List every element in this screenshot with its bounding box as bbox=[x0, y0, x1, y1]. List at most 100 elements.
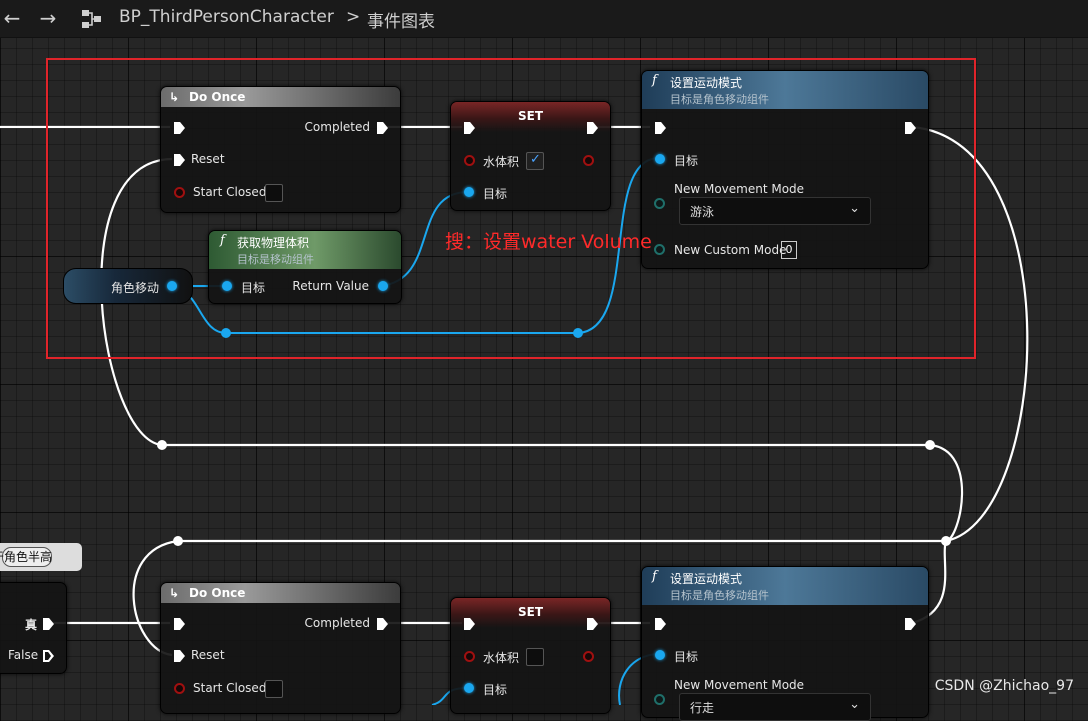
start-closed-checkbox[interactable] bbox=[265, 680, 283, 698]
reroute-node bbox=[221, 328, 231, 338]
completed-pin[interactable] bbox=[377, 618, 388, 630]
water-volume-out-pin[interactable] bbox=[583, 651, 594, 662]
reroute-node bbox=[941, 536, 951, 546]
function-icon: f bbox=[220, 233, 225, 248]
completed-label: Completed bbox=[304, 120, 370, 134]
exec-in-pin[interactable] bbox=[174, 122, 185, 134]
function-icon: f bbox=[652, 569, 657, 584]
new-movement-mode-label: New Movement Mode bbox=[674, 182, 805, 196]
exec-wire-out-top bbox=[911, 125, 1029, 543]
target-label: 目标 bbox=[241, 281, 266, 295]
return-value-pin[interactable] bbox=[378, 281, 388, 291]
reset-label: Reset bbox=[191, 152, 225, 166]
target-pin[interactable] bbox=[464, 187, 474, 197]
forward-arrow-icon[interactable]: → bbox=[36, 6, 60, 30]
watermark: CSDN @Zhichao_97 bbox=[934, 678, 1074, 694]
get-physics-volume-node[interactable]: f 获取物理体积 目标是移动组件 目标 Return Value bbox=[208, 230, 402, 304]
target-label: 目标 bbox=[483, 187, 508, 201]
start-closed-checkbox[interactable] bbox=[265, 184, 283, 202]
water-volume-pin[interactable] bbox=[464, 155, 475, 166]
node-title: SET bbox=[518, 605, 544, 619]
reset-label: Reset bbox=[191, 648, 225, 662]
node-subtitle: 目标是角色移动组件 bbox=[670, 589, 769, 602]
node-title: Do Once bbox=[189, 586, 246, 600]
custom-mode-input[interactable]: 0 bbox=[781, 241, 797, 259]
start-closed-pin[interactable] bbox=[174, 683, 185, 694]
reroute-node bbox=[157, 440, 167, 450]
true-label: 真 bbox=[25, 618, 38, 632]
node-title: 获取物理体积 bbox=[237, 236, 310, 250]
breadcrumb-blueprint[interactable]: BP_ThirdPersonCharacter bbox=[119, 7, 334, 27]
exec-in-pin[interactable] bbox=[655, 618, 666, 630]
exec-out-pin[interactable] bbox=[905, 122, 916, 134]
do-once-node[interactable]: ↳ Do Once Completed Reset Start Closed bbox=[160, 86, 401, 213]
target-pin[interactable] bbox=[655, 650, 665, 660]
set-movement-mode-node[interactable]: f 设置运动模式 目标是角色移动组件 目标 New Movement Mode … bbox=[641, 70, 929, 269]
node-title: 设置运动模式 bbox=[670, 572, 743, 586]
set-node[interactable]: SET 水体积 ✓ 目标 bbox=[450, 101, 611, 211]
target-label: 目标 bbox=[483, 683, 508, 697]
do-once-node[interactable]: ↳ Do Once Completed Reset Start Closed bbox=[160, 582, 401, 714]
pill-label: 于角色半高 bbox=[0, 550, 53, 564]
start-closed-pin[interactable] bbox=[174, 187, 185, 198]
target-pin[interactable] bbox=[655, 154, 665, 164]
dropdown-value: 游泳 bbox=[690, 205, 715, 219]
water-volume-label: 水体积 bbox=[483, 651, 520, 665]
reroute-node bbox=[925, 440, 935, 450]
exec-in-pin[interactable] bbox=[655, 122, 666, 134]
do-once-icon: ↳ bbox=[169, 586, 180, 600]
graph-icon bbox=[82, 10, 101, 28]
target-label: 目标 bbox=[674, 154, 699, 168]
return-value-label: Return Value bbox=[292, 279, 369, 293]
false-label: False bbox=[8, 648, 39, 662]
reroute-node bbox=[573, 328, 583, 338]
search-annotation: 搜：设置water Volume bbox=[445, 231, 652, 253]
start-closed-label: Start Closed bbox=[193, 681, 267, 695]
back-arrow-icon[interactable]: ← bbox=[0, 6, 24, 30]
variable-out-pin[interactable] bbox=[167, 281, 177, 291]
function-icon: f bbox=[652, 73, 657, 88]
target-pin[interactable] bbox=[464, 683, 474, 693]
completed-label: Completed bbox=[304, 616, 370, 630]
exec-out-pin[interactable] bbox=[905, 618, 916, 630]
false-pin[interactable] bbox=[43, 650, 54, 662]
set-movement-mode-node[interactable]: f 设置运动模式 目标是角色移动组件 目标 New Movement Mode … bbox=[641, 566, 929, 721]
breadcrumb-separator: > bbox=[346, 7, 361, 27]
target-pin[interactable] bbox=[222, 281, 232, 291]
water-volume-pin[interactable] bbox=[464, 651, 475, 662]
water-volume-label: 水体积 bbox=[483, 155, 520, 169]
node-title: SET bbox=[518, 109, 544, 123]
start-closed-label: Start Closed bbox=[193, 185, 267, 199]
new-custom-mode-label: New Custom Mode bbox=[674, 243, 787, 257]
water-volume-checkbox[interactable] bbox=[526, 648, 544, 666]
node-subtitle: 目标是移动组件 bbox=[237, 253, 314, 266]
variable-label: 角色移动 bbox=[111, 281, 160, 295]
target-label: 目标 bbox=[674, 650, 699, 664]
new-movement-mode-label: New Movement Mode bbox=[674, 678, 805, 692]
do-once-icon: ↳ bbox=[169, 90, 180, 104]
character-movement-variable[interactable]: 角色移动 bbox=[63, 268, 193, 304]
node-title: Do Once bbox=[189, 90, 246, 104]
water-volume-out-pin[interactable] bbox=[583, 155, 594, 166]
completed-pin[interactable] bbox=[377, 122, 388, 134]
true-pin[interactable] bbox=[43, 618, 54, 630]
breadcrumb-graph[interactable]: 事件图表 bbox=[367, 7, 435, 32]
exec-in-pin[interactable] bbox=[174, 618, 185, 630]
water-volume-checkbox[interactable]: ✓ bbox=[526, 152, 544, 170]
set-node[interactable]: SET 水体积 目标 bbox=[450, 597, 611, 714]
branch-node[interactable]: 真 False bbox=[0, 582, 67, 674]
chevron-down-icon: ⌄ bbox=[849, 201, 860, 216]
reset-pin[interactable] bbox=[174, 154, 185, 166]
exec-wire-loop-r1 bbox=[929, 443, 964, 543]
reroute-node bbox=[173, 536, 183, 546]
new-movement-mode-pin[interactable] bbox=[654, 198, 665, 209]
node-title: 设置运动模式 bbox=[670, 76, 743, 90]
movement-mode-dropdown[interactable]: 行走 ⌄ bbox=[679, 693, 871, 721]
character-half-height-pill[interactable]: 于角色半高 bbox=[0, 543, 82, 571]
new-custom-mode-pin[interactable] bbox=[654, 244, 665, 255]
reset-pin[interactable] bbox=[174, 650, 185, 662]
new-movement-mode-pin[interactable] bbox=[654, 694, 665, 705]
movement-mode-dropdown[interactable]: 游泳 ⌄ bbox=[679, 197, 871, 225]
toolbar: ← → BP_ThirdPersonCharacter > 事件图表 bbox=[0, 0, 1088, 38]
node-subtitle: 目标是角色移动组件 bbox=[670, 93, 769, 106]
